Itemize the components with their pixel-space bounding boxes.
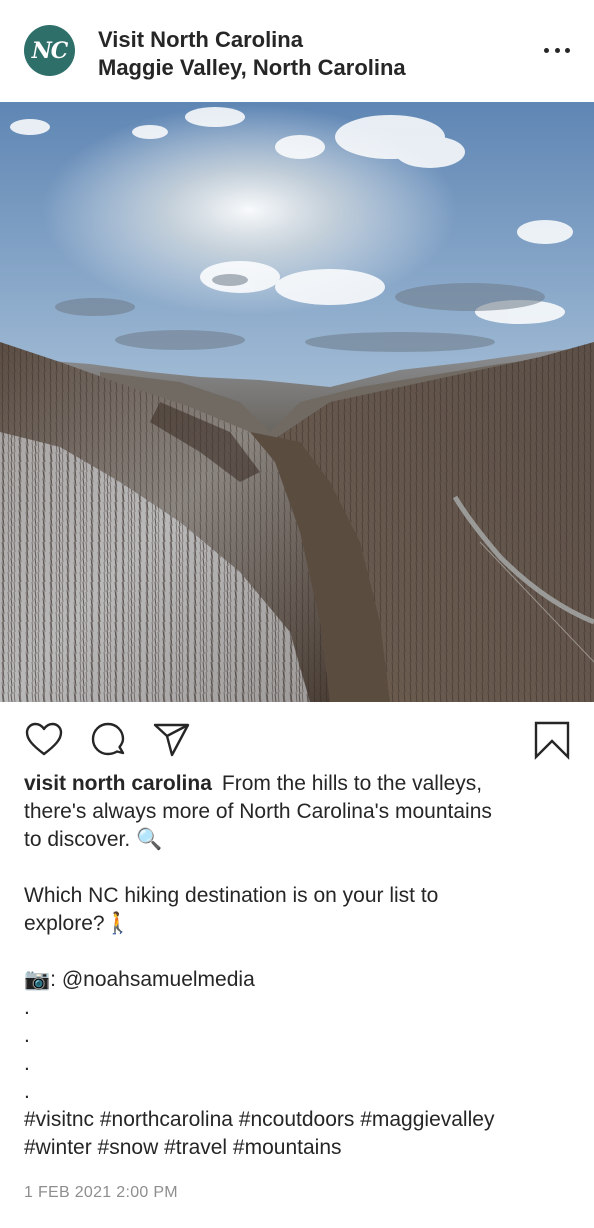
post-actions-bar [0,702,594,772]
heart-icon[interactable] [24,720,64,760]
avatar-logo-text: NC [31,37,69,64]
caption-dot: . [24,996,30,1019]
post-header: NC Visit North Carolina Maggie Valley, N… [0,0,594,102]
account-name[interactable]: Visit North Carolina [98,27,303,53]
post-location[interactable]: Maggie Valley, North Carolina [98,55,406,81]
paper-plane-icon[interactable] [152,720,192,760]
caption-credit: 📷: @noahsamuelmedia [24,968,255,991]
caption-text: explore?🚶 [24,912,131,935]
caption-hashtags[interactable]: #winter #snow #travel #mountains [24,1134,576,1162]
bookmark-icon[interactable] [532,720,572,760]
caption-text: there's always more of North Carolina's … [24,800,492,823]
post-caption: visit north carolina From the hills to th… [24,770,576,1162]
caption-dot: . [24,1024,30,1047]
caption-text: to discover. 🔍 [24,828,163,851]
avatar[interactable]: NC [24,25,75,76]
ellipsis-icon[interactable] [544,38,570,62]
caption-dot: . [24,1052,30,1075]
post-image[interactable] [0,102,594,702]
caption-text: From the hills to the valleys, [221,772,483,795]
caption-hashtags[interactable]: #visitnc #northcarolina #ncoutdoors #mag… [24,1106,576,1134]
caption-username[interactable]: visit north carolina [24,772,212,795]
caption-text: Which NC hiking destination is on your l… [24,884,439,907]
caption-dot: . [24,1080,30,1103]
mountain-valley-photo [0,102,594,702]
comment-bubble-icon[interactable] [88,720,128,760]
post-timestamp: 1 FEB 2021 2:00 PM [24,1184,178,1201]
